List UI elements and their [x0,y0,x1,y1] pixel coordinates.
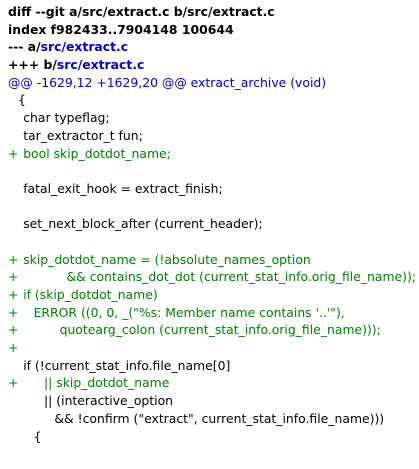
diff-marker [8,127,18,145]
code-text: ERROR ((0, 0, _("%s: Member name contain… [33,304,345,320]
diff-marker [8,233,18,251]
context-line: && !confirm ("extract", current_stat_inf… [8,410,416,428]
diff-header-line: diff --git a/src/extract.c b/src/extract… [8,3,416,21]
context-line: { [8,91,416,109]
old-file-path-link[interactable]: src/extract.c [41,38,128,56]
code-text: fatal_exit_hook = extract_finish; [23,180,223,196]
diff-marker [8,215,18,233]
added-line: + && contains_dot_dot (current_stat_info.… [8,268,416,286]
context-line: || (interactive_option [8,392,416,410]
diff-marker: + [8,251,19,267]
context-line: { [8,428,416,446]
old-file-header-line: --- a/src/extract.c [8,38,416,56]
code-text: if (skip_dotdot_name) [23,287,158,302]
code-text: if (!current_stat_info.file_name[0] [23,357,231,373]
diff-marker [8,428,18,446]
diff-marker: + [8,287,19,302]
diff-marker [8,357,18,375]
new-file-header-line: +++ b/src/extract.c [8,56,416,74]
diff-view: diff --git a/src/extract.c b/src/extract… [8,3,416,445]
hunk-header-line: @@ -1629,12 +1629,20 @@ extract_archive … [8,74,416,92]
context-line: tar_extractor_t fun; [8,127,416,145]
added-line: + [8,339,416,357]
context-line [8,162,416,180]
new-file-prefix: +++ b/ [8,57,57,73]
diff-marker: + [8,269,19,285]
diff-marker: + [8,304,19,320]
diff-command-text: diff --git a/src/extract.c b/src/extract… [8,4,275,19]
diff-marker [8,162,18,180]
new-file-path-link[interactable]: src/extract.c [57,56,144,74]
context-line: if (!current_stat_info.file_name[0] [8,357,416,375]
added-line: + skip_dotdot_name = (!absolute_names_opt… [8,251,416,269]
code-text: || skip_dotdot_name [44,375,170,391]
code-text: tar_extractor_t fun; [23,127,143,143]
diff-marker: + [8,375,19,391]
diff-marker: + [8,340,19,356]
context-line [8,233,416,251]
added-line: + if (skip_dotdot_name) [8,286,416,304]
code-lines: {char typeflag; tar_extractor_t fun; + bool… [8,91,416,445]
code-text: quotearg_colon (current_stat_info.orig_f… [59,322,381,338]
context-line: fatal_exit_hook = extract_finish; [8,180,416,198]
added-line: + ERROR ((0, 0, _("%s: Member name contai… [8,304,416,322]
diff-marker [8,180,18,198]
diff-marker: + [8,322,19,338]
diff-marker: + [8,145,19,161]
added-line: + quotearg_colon (current_stat_info.orig_… [8,321,416,339]
hunk-header-text: @@ -1629,12 +1629,20 @@ extract_archive … [8,74,327,90]
code-text: char typeflag; [23,110,110,126]
context-line: set_next_block_after (current_header); [8,215,416,233]
diff-marker [8,392,18,410]
code-text: set_next_block_after (current_header); [23,216,263,232]
context-line [8,198,416,216]
context-line: char typeflag; [8,109,416,127]
code-text: && contains_dot_dot (current_stat_info.o… [66,269,416,285]
code-text: && !confirm ("extract", current_stat_inf… [54,410,385,426]
index-header-line: index f982433..7904148 100644 [8,21,416,39]
added-line: + || skip_dotdot_name [8,374,416,392]
code-text: || (interactive_option [44,393,174,409]
diff-marker [8,91,18,109]
diff-marker [8,198,18,216]
added-line: + bool skip_dotdot_name; [8,145,416,163]
code-text: skip_dotdot_name = (!absolute_names_opti… [23,251,311,267]
old-file-prefix: --- a/ [8,39,41,55]
code-text: { [33,428,42,444]
code-text: bool skip_dotdot_name; [23,145,171,161]
code-text: { [18,92,26,108]
diff-marker [8,109,18,127]
index-text: index f982433..7904148 100644 [8,21,234,37]
diff-marker [8,410,18,428]
